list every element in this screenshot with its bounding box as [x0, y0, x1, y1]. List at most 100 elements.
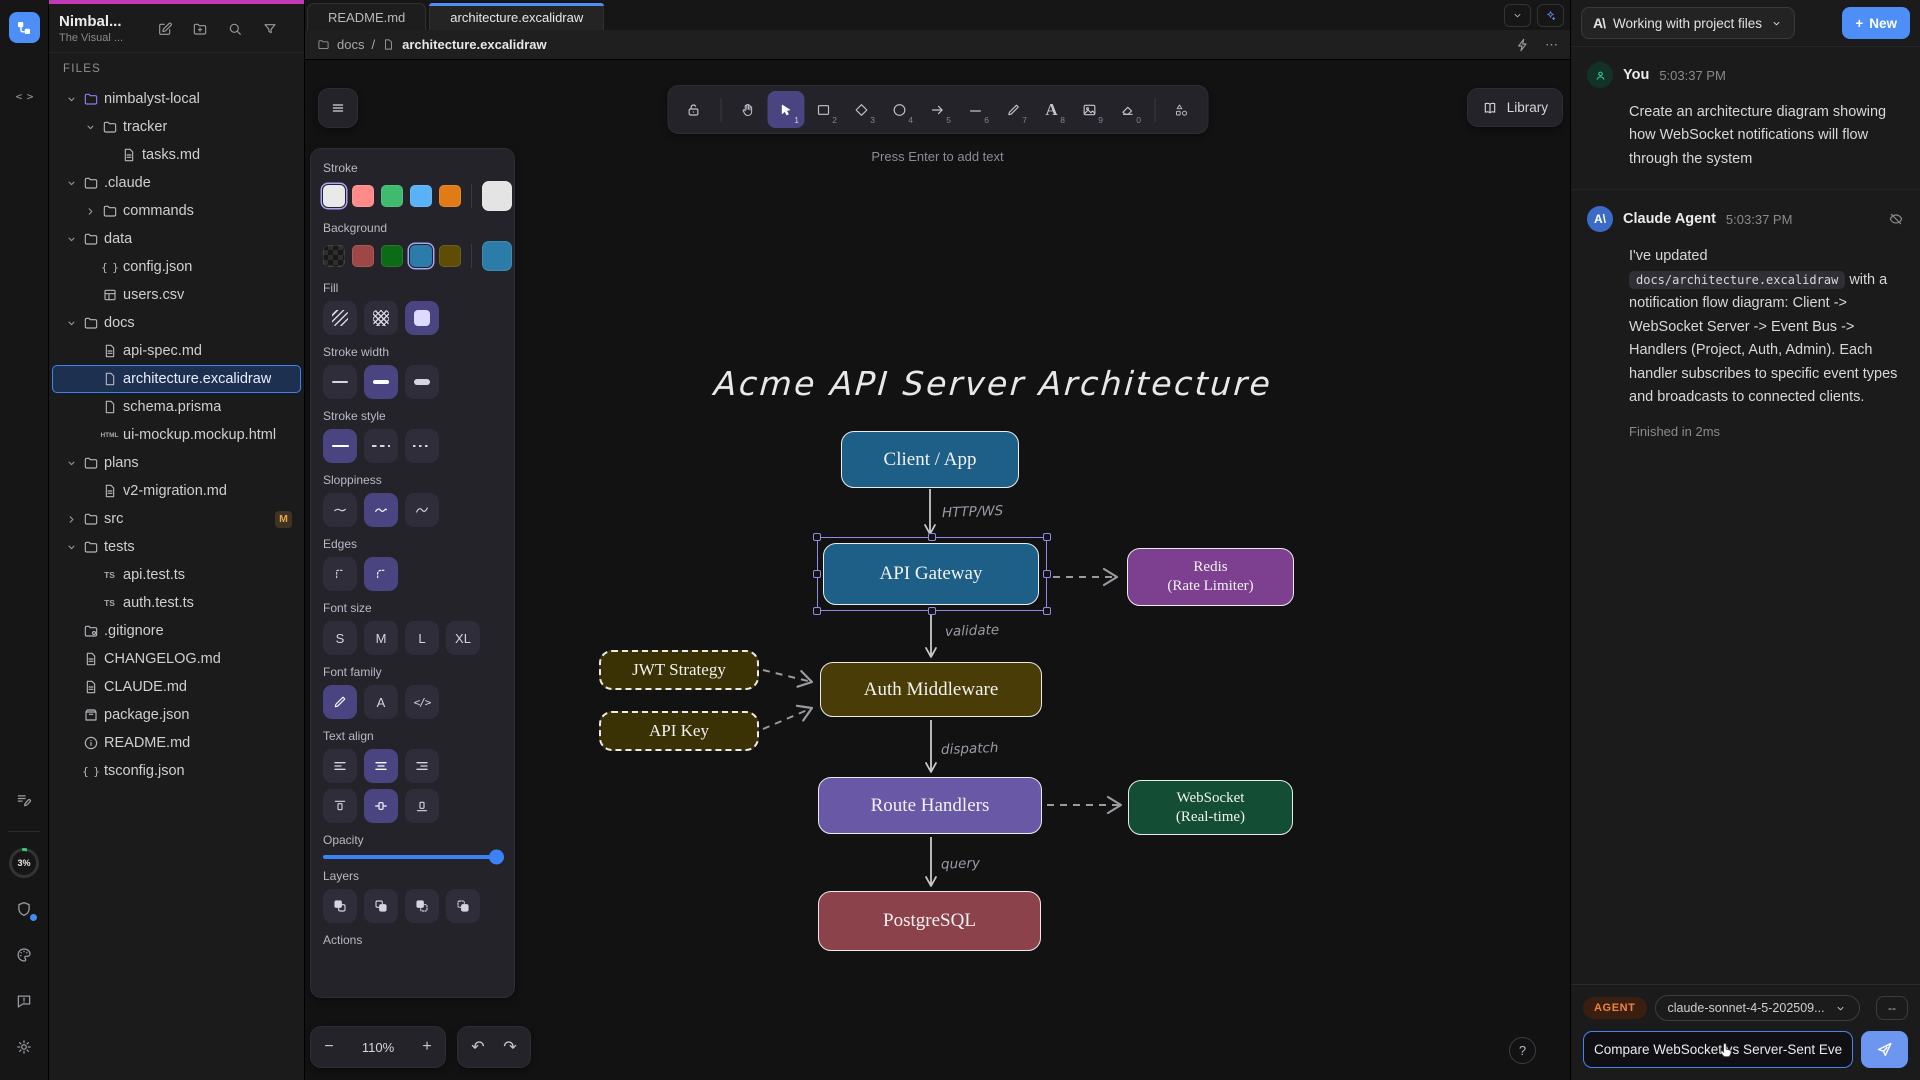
- tree-item-config.json[interactable]: { }config.json: [52, 253, 301, 281]
- zoom-in-button[interactable]: +: [409, 1027, 445, 1067]
- diagram-node-redis[interactable]: Redis(Rate Limiter): [1127, 548, 1294, 606]
- html-icon: HTML: [100, 432, 118, 439]
- filter-button[interactable]: [256, 16, 284, 42]
- tree-item-label: v2-migration.md: [123, 483, 227, 499]
- diagram-node-jwt-strategy[interactable]: JWT Strategy: [599, 650, 759, 690]
- tree-item-ui-mockup.mockup.html[interactable]: HTMLui-mockup.mockup.html: [52, 421, 301, 449]
- selection-handle[interactable]: [1043, 570, 1051, 578]
- app-logo-icon[interactable]: [9, 12, 40, 43]
- diagram-node-websocket[interactable]: WebSocket(Real-time): [1128, 780, 1293, 835]
- tree-item-auth.test.ts[interactable]: TSauth.test.ts: [52, 589, 301, 617]
- project-subtitle: The Visual ...: [59, 32, 147, 44]
- doc-icon: [102, 483, 118, 499]
- tree-item-commands[interactable]: commands: [52, 197, 301, 225]
- folder-plus-button[interactable]: [186, 16, 214, 42]
- selection-handle[interactable]: [813, 607, 821, 615]
- tree-item-tsconfig.json[interactable]: { }tsconfig.json: [52, 757, 301, 785]
- tree-item-v2-migration.md[interactable]: v2-migration.md: [52, 477, 301, 505]
- tree-item-schema.prisma[interactable]: schema.prisma: [52, 393, 301, 421]
- selection-box[interactable]: [817, 537, 1047, 611]
- tree-item-api-spec.md[interactable]: api-spec.md: [52, 337, 301, 365]
- file-icon: [102, 399, 118, 415]
- send-button[interactable]: [1861, 1031, 1908, 1068]
- tree-item-tests[interactable]: tests: [52, 533, 301, 561]
- code-view-icon[interactable]: < >: [7, 79, 41, 113]
- bolt-icon: [1515, 37, 1531, 53]
- tab-architecture.excalidraw[interactable]: architecture.excalidraw: [429, 3, 604, 30]
- tree-item-.gitignore[interactable]: .gitignore: [52, 617, 301, 645]
- bolt-button[interactable]: [1515, 37, 1531, 53]
- notes-edit-icon[interactable]: [7, 783, 41, 817]
- tree-item-label: package.json: [104, 707, 189, 723]
- hide-message-button[interactable]: [1888, 211, 1904, 227]
- chevron-down-icon: [82, 121, 99, 134]
- sparkle-button[interactable]: [1537, 4, 1564, 27]
- caret-down-button[interactable]: [1504, 4, 1531, 27]
- tree-item-docs[interactable]: docs: [52, 309, 301, 337]
- model-selector[interactable]: claude-sonnet-4-5-202509...: [1655, 995, 1860, 1021]
- selection-handle[interactable]: [928, 533, 936, 541]
- file-icon: [382, 38, 395, 51]
- file-type-icon: [80, 651, 101, 667]
- gear-icon: [15, 1038, 33, 1056]
- tree-item-label: src: [104, 511, 123, 527]
- breadcrumb-folder[interactable]: docs: [337, 37, 364, 52]
- chat-input[interactable]: Compare WebSocket vs Server-Sent Eve: [1583, 1031, 1853, 1068]
- diagram-title[interactable]: Acme API Server Architecture: [713, 364, 1274, 403]
- redo-button[interactable]: ↷: [494, 1027, 526, 1067]
- tree-item-CHANGELOG.md[interactable]: CHANGELOG.md: [52, 645, 301, 673]
- files-section-label: FILES: [49, 52, 304, 83]
- doc-icon: [83, 679, 99, 695]
- selection-handle[interactable]: [1043, 607, 1051, 615]
- usage-percent: 3%: [17, 858, 30, 868]
- file-type-icon: [80, 511, 101, 527]
- file-type-icon: [80, 735, 101, 751]
- search-button[interactable]: [221, 16, 249, 42]
- excalidraw-canvas[interactable]: 1234567A890 Press Enter to add text Libr…: [305, 60, 1570, 1080]
- diagram-node-postgresql[interactable]: PostgreSQL: [818, 891, 1041, 951]
- tree-item-api.test.ts[interactable]: TSapi.test.ts: [52, 561, 301, 589]
- diagram-node-auth-middleware[interactable]: Auth Middleware: [820, 662, 1042, 717]
- tree-item-plans[interactable]: plans: [52, 449, 301, 477]
- zoom-out-button[interactable]: −: [311, 1027, 347, 1067]
- diagram-node-api-key[interactable]: API Key: [599, 711, 759, 751]
- composer-more-button[interactable]: --: [1876, 996, 1908, 1020]
- selection-handle[interactable]: [928, 607, 936, 615]
- shield-icon[interactable]: [7, 892, 41, 926]
- tree-item-tasks.md[interactable]: tasks.md: [52, 141, 301, 169]
- tree-item-README.md[interactable]: README.md: [52, 729, 301, 757]
- diagram-node-client-app[interactable]: Client / App: [841, 431, 1019, 488]
- tab-README.md[interactable]: README.md: [307, 3, 426, 30]
- undo-button[interactable]: ↶: [462, 1027, 494, 1067]
- chev-down-icon: [84, 121, 97, 134]
- palette-icon[interactable]: [7, 938, 41, 972]
- gear-icon[interactable]: [7, 1030, 41, 1064]
- pencil-square-icon: [157, 21, 173, 37]
- tree-item-users.csv[interactable]: users.csv: [52, 281, 301, 309]
- zoom-level[interactable]: 110%: [347, 1040, 409, 1055]
- tree-item-architecture.excalidraw[interactable]: architecture.excalidraw: [52, 365, 301, 393]
- folder-icon: [317, 38, 330, 51]
- tree-item-package.json[interactable]: package.json: [52, 701, 301, 729]
- tree-item-src[interactable]: srcM: [52, 505, 301, 533]
- tree-item-nimbalyst-local[interactable]: nimbalyst-local: [52, 85, 301, 113]
- selection-handle[interactable]: [813, 533, 821, 541]
- file-type-icon: [99, 343, 120, 359]
- pencil-square-button[interactable]: [151, 16, 179, 42]
- diagram-node-route-handlers[interactable]: Route Handlers: [818, 777, 1042, 834]
- chevron-down-icon: [1834, 1002, 1847, 1015]
- tree-item-.claude[interactable]: .claude: [52, 169, 301, 197]
- help-button[interactable]: ?: [1509, 1037, 1536, 1064]
- tree-item-CLAUDE.md[interactable]: CLAUDE.md: [52, 673, 301, 701]
- ts-icon: TS: [104, 570, 115, 580]
- context-selector[interactable]: A\ Working with project files: [1581, 7, 1795, 39]
- feedback-icon[interactable]: [7, 984, 41, 1018]
- new-chat-button[interactable]: + New: [1842, 7, 1910, 39]
- selection-handle[interactable]: [813, 570, 821, 578]
- plus-icon: +: [1855, 16, 1863, 31]
- usage-gauge[interactable]: 3%: [7, 846, 41, 880]
- dots-button[interactable]: ⋯: [1545, 37, 1558, 53]
- tree-item-tracker[interactable]: tracker: [52, 113, 301, 141]
- tree-item-data[interactable]: data: [52, 225, 301, 253]
- selection-handle[interactable]: [1043, 533, 1051, 541]
